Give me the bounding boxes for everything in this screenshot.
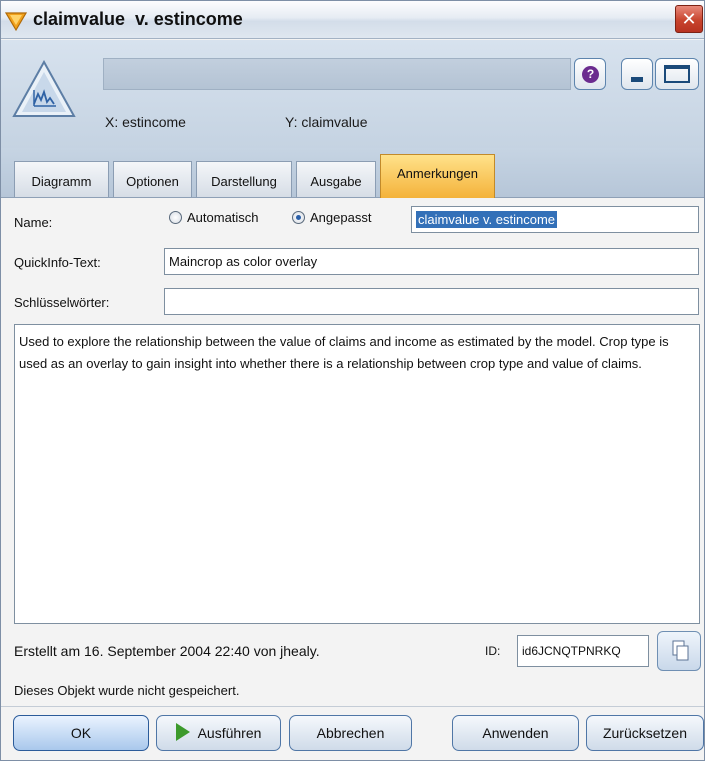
tab-diagramm[interactable]: Diagramm (14, 161, 109, 197)
keywords-label: Schlüsselwörter: (14, 295, 110, 310)
plot-node-icon (12, 60, 76, 117)
run-button-label: Ausführen (197, 725, 262, 741)
window-title: claimvalue v. estincome (33, 9, 243, 29)
minimize-button[interactable] (621, 58, 653, 90)
help-icon: ? (582, 66, 599, 83)
id-label: ID: (485, 644, 501, 658)
tooltip-label: QuickInfo-Text: (14, 255, 101, 270)
copy-id-button[interactable] (657, 631, 701, 671)
radio-automatic[interactable] (169, 211, 182, 224)
tab-strip: Diagramm Optionen Darstellung Ausgabe An… (1, 148, 704, 198)
radio-custom-label[interactable]: Angepasst (310, 210, 371, 225)
tab-darstellung[interactable]: Darstellung (196, 161, 292, 197)
close-icon: ✕ (681, 9, 697, 29)
maximize-button[interactable] (655, 58, 699, 90)
maximize-icon (664, 65, 690, 83)
created-info: Erstellt am 16. September 2004 22:40 von… (14, 643, 320, 659)
radio-custom[interactable] (292, 211, 305, 224)
tab-anmerkungen[interactable]: Anmerkungen (380, 154, 495, 198)
radio-automatic-label[interactable]: Automatisch (187, 210, 259, 225)
tab-ausgabe[interactable]: Ausgabe (296, 161, 376, 197)
name-input-value: claimvalue v. estincome (416, 211, 558, 228)
footer-divider (1, 706, 704, 707)
name-label: Name: (14, 215, 53, 230)
reset-button[interactable]: Zurücksetzen (586, 715, 704, 751)
cancel-button[interactable]: Abbrechen (289, 715, 412, 751)
y-field-label: Y: claimvalue (285, 114, 368, 130)
tooltip-input[interactable]: Maincrop as color overlay (164, 248, 699, 275)
keywords-input[interactable] (164, 288, 699, 315)
title-bar[interactable]: claimvalue v. estincome ✕ (1, 1, 704, 39)
dialog-window: claimvalue v. estincome ✕ ? X: estincome… (0, 0, 705, 761)
play-icon (175, 723, 190, 741)
node-name-bar (103, 58, 571, 90)
description-textarea[interactable]: Used to explore the relationship between… (14, 324, 700, 624)
tab-optionen[interactable]: Optionen (113, 161, 192, 197)
save-status: Dieses Objekt wurde nicht gespeichert. (14, 683, 240, 698)
run-button[interactable]: Ausführen (156, 715, 281, 751)
apply-button[interactable]: Anwenden (452, 715, 579, 751)
name-input[interactable]: claimvalue v. estincome (411, 206, 699, 233)
minimize-icon (631, 77, 643, 82)
dialog-header: ? X: estincome Y: claimvalue (1, 40, 704, 148)
copy-icon (672, 640, 689, 661)
id-field[interactable]: id6JCNQTPNRKQ (517, 635, 649, 667)
close-button[interactable]: ✕ (675, 5, 703, 33)
help-button[interactable]: ? (574, 58, 606, 90)
node-icon (5, 12, 27, 32)
ok-button[interactable]: OK (13, 715, 149, 751)
x-field-label: X: estincome (105, 114, 186, 130)
